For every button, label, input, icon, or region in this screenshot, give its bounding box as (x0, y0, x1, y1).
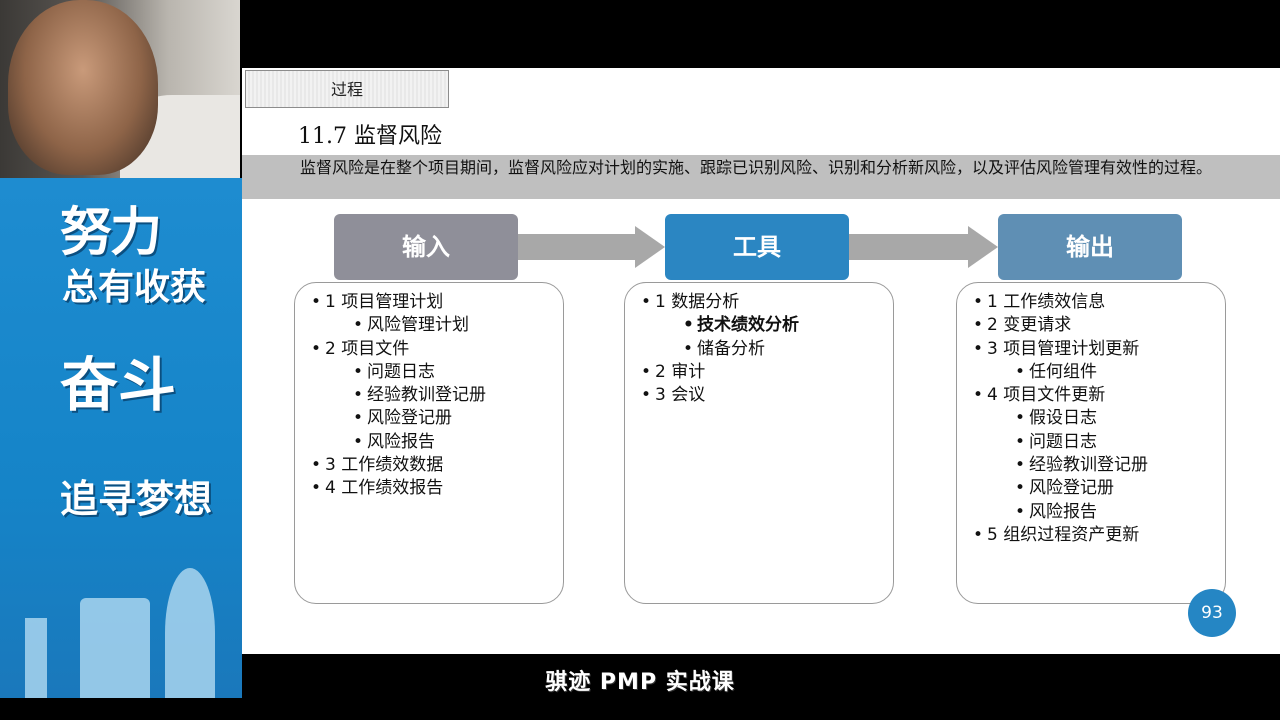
list-item: • 1 项目管理计划 (295, 291, 486, 314)
list-item-label: 2 审计 (655, 361, 706, 382)
bullet-icon: • (1015, 431, 1026, 452)
list-item: • 风险报告 (295, 431, 486, 454)
list-item-label: 风险管理计划 (367, 315, 469, 336)
bullet-icon: • (973, 524, 984, 545)
input-header: 输入 (334, 214, 518, 280)
bullet-icon: • (641, 292, 652, 312)
input-card: • 1 项目管理计划 • 风险管理计划 • 2 项目文件 • 问题日志 • 经验教训登记册 • 风险登… (294, 282, 564, 604)
bullet-icon: • (353, 315, 364, 336)
list-item-label: 4 项目文件更新 (987, 385, 1106, 406)
list-item-label: 任何组件 (1029, 361, 1097, 382)
list-item: • 1 工作绩效信息 (957, 291, 1148, 314)
list-item: • 2 审计 (625, 361, 799, 384)
bullet-icon: • (311, 455, 322, 476)
list-item: • 经验教训登记册 (295, 384, 486, 407)
list-item-label: 2 项目文件 (325, 338, 410, 359)
list-item-label: 4 工作绩效报告 (325, 478, 444, 499)
poster-line-1: 努力 (60, 202, 162, 263)
bullet-icon: • (973, 292, 984, 312)
list-item: • 5 组织过程资产更新 (957, 524, 1148, 547)
bullet-icon: • (311, 292, 322, 312)
list-item-label: 风险登记册 (1029, 478, 1114, 499)
slide-description: 监督风险是在整个项目期间，监督风险应对计划的实施、跟踪已识别风险、识别和分析新风… (300, 158, 1213, 177)
video-caption: 骐迹 PMP 实战课 (545, 670, 735, 695)
list-item-label: 1 项目管理计划 (325, 292, 444, 312)
output-list: • 1 工作绩效信息 • 2 变更请求 • 3 项目管理计划更新 • 任何组件 • 4 项目文件更… (957, 291, 1148, 547)
list-item: • 假设日志 (957, 407, 1148, 430)
bullet-icon: • (311, 338, 322, 359)
arrow-input-to-tools (518, 226, 665, 268)
list-item: • 2 变更请求 (957, 314, 1148, 337)
bullet-icon: • (973, 315, 984, 336)
output-card: • 1 工作绩效信息 • 2 变更请求 • 3 项目管理计划更新 • 任何组件 • 4 项目文件更… (956, 282, 1226, 604)
list-item: • 4 项目文件更新 (957, 384, 1148, 407)
process-tag: 过程 (245, 70, 449, 108)
bullet-icon: • (1015, 408, 1026, 429)
tools-list: • 1 数据分析 • 技术绩效分析 • 储备分析 • 2 审计 • 3 会议 (625, 291, 799, 407)
list-item-label: 风险登记册 (367, 408, 452, 429)
list-item: • 4 工作绩效报告 (295, 477, 486, 500)
list-item-label: 经验教训登记册 (367, 385, 486, 406)
bullet-icon: • (1015, 361, 1026, 382)
list-item-label: 技术绩效分析 (697, 315, 799, 336)
list-item-label: 3 会议 (655, 385, 706, 406)
bullet-icon: • (353, 431, 364, 452)
list-item: • 1 数据分析 (625, 291, 799, 314)
webcam-video (0, 0, 240, 178)
poster-line-3: 奋斗 (60, 351, 177, 419)
bullet-icon: • (641, 361, 652, 382)
list-item-label: 3 工作绩效数据 (325, 455, 444, 476)
tools-header: 工具 (665, 214, 849, 280)
list-item-label: 5 组织过程资产更新 (987, 524, 1140, 545)
bullet-icon: • (353, 385, 364, 406)
list-item: • 技术绩效分析 (625, 314, 799, 337)
list-item-label: 问题日志 (1029, 431, 1097, 452)
list-item-label: 风险报告 (367, 431, 435, 452)
list-item: • 储备分析 (625, 338, 799, 361)
list-item-label: 储备分析 (697, 338, 765, 359)
tools-card: • 1 数据分析 • 技术绩效分析 • 储备分析 • 2 审计 • 3 会议 (624, 282, 894, 604)
list-item-label: 经验教训登记册 (1029, 455, 1148, 476)
list-item: • 3 项目管理计划更新 (957, 338, 1148, 361)
list-item-label: 3 项目管理计划更新 (987, 338, 1140, 359)
bullet-icon: • (683, 338, 694, 359)
list-item: • 风险管理计划 (295, 314, 486, 337)
list-item-label: 1 数据分析 (655, 292, 740, 312)
input-list: • 1 项目管理计划 • 风险管理计划 • 2 项目文件 • 问题日志 • 经验教训登记册 • 风险登… (295, 291, 486, 501)
list-item-label: 2 变更请求 (987, 315, 1072, 336)
list-item: • 任何组件 (957, 361, 1148, 384)
motivational-poster: 努力 总有收获 奋斗 追寻梦想 (0, 178, 242, 698)
list-item-label: 问题日志 (367, 361, 435, 382)
bullet-icon: • (973, 385, 984, 406)
list-item: • 风险登记册 (957, 477, 1148, 500)
poster-line-4: 追寻梦想 (60, 476, 213, 521)
list-item-label: 1 工作绩效信息 (987, 292, 1106, 312)
list-item: • 3 工作绩效数据 (295, 454, 486, 477)
slide-title: 11.7 监督风险 (298, 124, 442, 149)
poster-line-2: 总有收获 (62, 266, 207, 308)
output-header: 输出 (998, 214, 1182, 280)
list-item: • 问题日志 (295, 361, 486, 384)
list-item: • 经验教训登记册 (957, 454, 1148, 477)
list-item: • 3 会议 (625, 384, 799, 407)
bullet-icon: • (1015, 478, 1026, 499)
list-item: • 风险报告 (957, 501, 1148, 524)
list-item: • 2 项目文件 (295, 338, 486, 361)
bullet-icon: • (683, 315, 694, 336)
bullet-icon: • (353, 361, 364, 382)
bullet-icon: • (641, 385, 652, 406)
page-number-badge: 93 (1188, 589, 1236, 637)
bullet-icon: • (1015, 501, 1026, 522)
list-item-label: 假设日志 (1029, 408, 1097, 429)
bullet-icon: • (311, 478, 322, 499)
arrow-tools-to-output (849, 226, 998, 268)
bullet-icon: • (1015, 455, 1026, 476)
bullet-icon: • (973, 338, 984, 359)
list-item: • 问题日志 (957, 431, 1148, 454)
list-item-label: 风险报告 (1029, 501, 1097, 522)
bullet-icon: • (353, 408, 364, 429)
list-item: • 风险登记册 (295, 407, 486, 430)
presenter-face (8, 0, 158, 175)
